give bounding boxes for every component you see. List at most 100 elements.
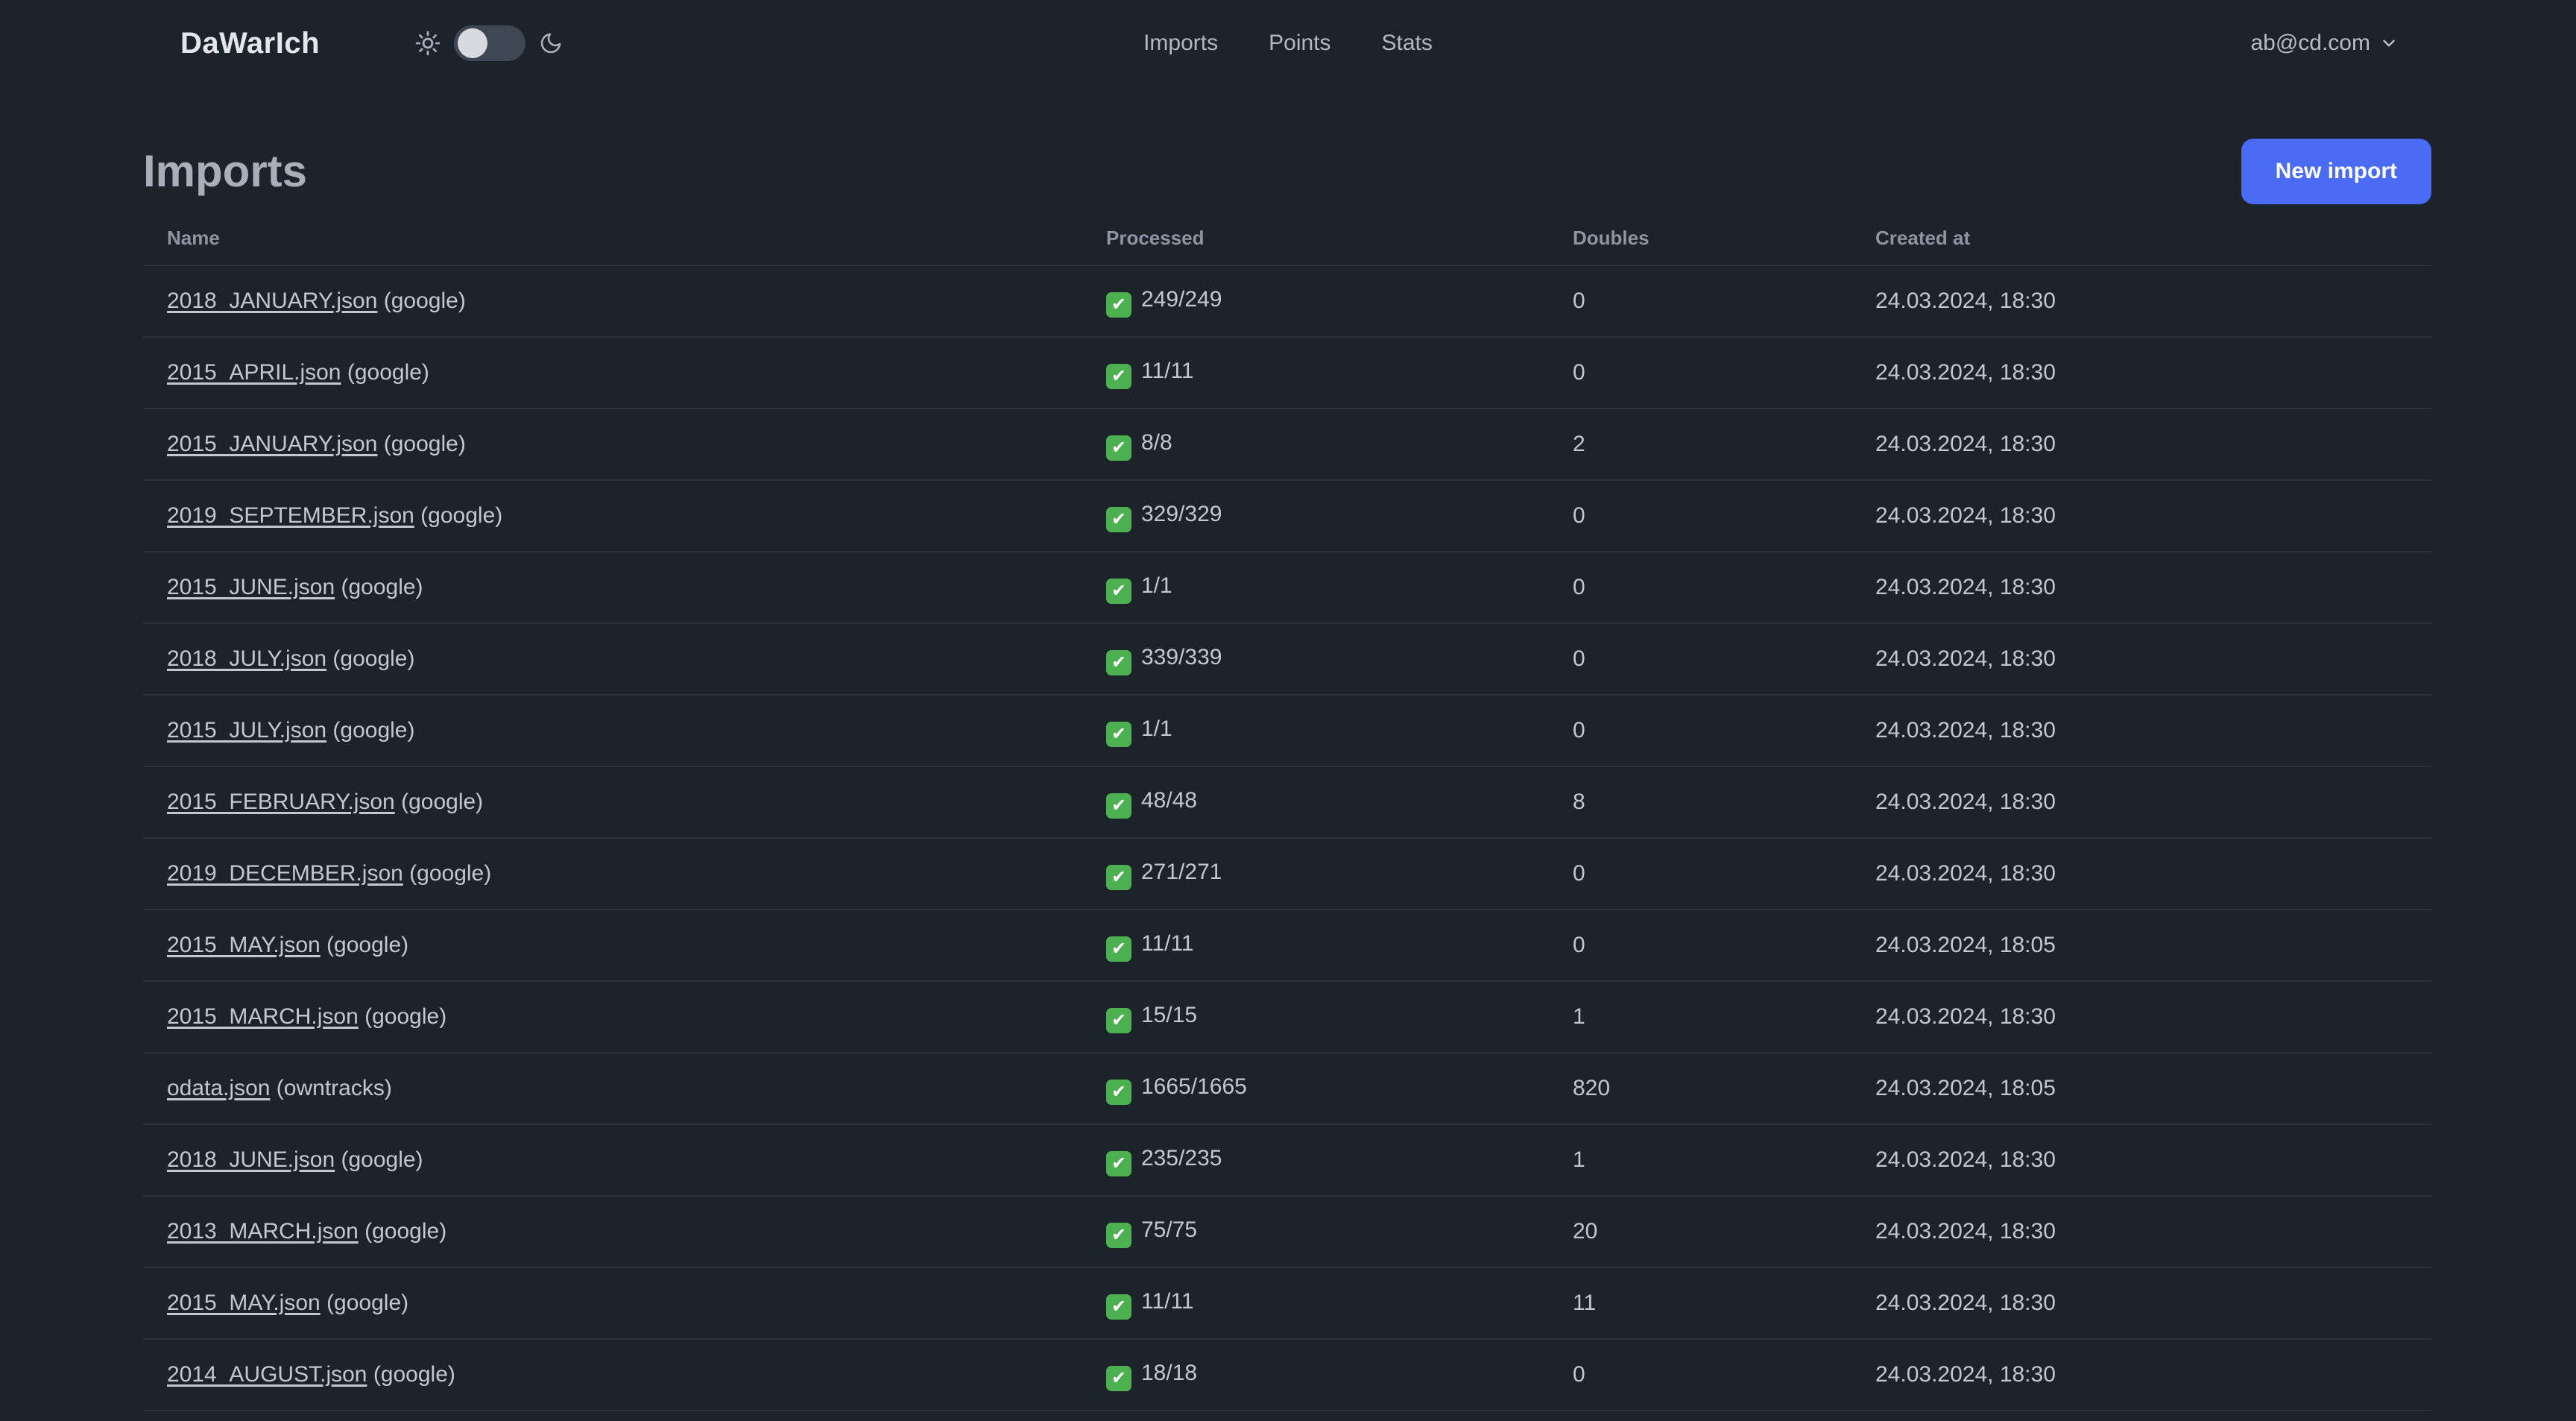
import-file-link[interactable]: odata.json bbox=[167, 1076, 270, 1100]
import-name-cell: 2019_DECEMBER.json (google) bbox=[143, 838, 1082, 910]
processed-cell: ✔ 18/18 bbox=[1082, 1339, 1549, 1411]
import-file-link[interactable]: 2018_JUNE.json bbox=[167, 1147, 335, 1172]
doubles-cell: 0 bbox=[1549, 480, 1852, 552]
import-file-link[interactable]: 2019_DECEMBER.json bbox=[167, 861, 403, 886]
processed-count: 249/249 bbox=[1141, 287, 1222, 312]
import-name-cell: odata.json (owntracks) bbox=[143, 1053, 1082, 1125]
import-name-cell: 2015_APRIL.json (google) bbox=[143, 337, 1082, 409]
table-row: 2015_JANUARY.json (google) ✔ 8/8 2 24.03.… bbox=[143, 409, 2431, 481]
processed-count: 11/11 bbox=[1141, 931, 1194, 956]
new-import-button[interactable]: New import bbox=[2241, 139, 2431, 204]
import-source-label: (google) bbox=[414, 503, 503, 528]
nav-link-points[interactable]: Points bbox=[1269, 31, 1330, 56]
theme-toggle-switch[interactable] bbox=[454, 25, 526, 61]
table-row: 2015_MAY.json (google) ✔ 11/11 11 24.03.2… bbox=[143, 1267, 2431, 1340]
created-at-cell: 24.03.2024, 18:30 bbox=[1852, 1267, 2431, 1340]
imports-table: Name Processed Doubles Created at 2018_J… bbox=[143, 216, 2431, 1421]
processed-cell: ✔ 1/1 bbox=[1082, 552, 1549, 624]
main-content: Imports New import Name Processed Double… bbox=[0, 86, 2576, 1421]
check-icon: ✔ bbox=[1106, 1366, 1131, 1391]
check-icon: ✔ bbox=[1106, 1151, 1131, 1176]
doubles-cell: 0 bbox=[1549, 337, 1852, 409]
processed-cell: ✔ 235/235 bbox=[1082, 1124, 1549, 1197]
import-source-label: (google) bbox=[358, 1219, 447, 1244]
import-name-cell: 2018_JANUARY.json (google) bbox=[143, 265, 1082, 338]
page-header: Imports New import bbox=[143, 139, 2431, 204]
import-source-label: (google) bbox=[377, 432, 466, 456]
nav-link-stats[interactable]: Stats bbox=[1382, 31, 1433, 56]
import-file-link[interactable]: 2014_AUGUST.json bbox=[167, 1362, 367, 1387]
import-file-link[interactable]: 2018_JANUARY.json bbox=[167, 289, 377, 313]
doubles-cell: 0 bbox=[1549, 838, 1852, 910]
created-at-cell: 24.03.2024, 18:30 bbox=[1852, 1411, 2431, 1421]
toggle-knob bbox=[458, 28, 488, 58]
doubles-cell: 820 bbox=[1549, 1053, 1852, 1125]
doubles-cell: 0 bbox=[1549, 265, 1852, 338]
import-file-link[interactable]: 2015_MAY.json bbox=[167, 1291, 321, 1315]
check-icon: ✔ bbox=[1106, 364, 1131, 389]
created-at-cell: 24.03.2024, 18:30 bbox=[1852, 695, 2431, 767]
import-file-link[interactable]: 2015_JULY.json bbox=[167, 718, 326, 743]
import-source-label: (google) bbox=[320, 1291, 409, 1315]
doubles-cell: 20 bbox=[1549, 1196, 1852, 1268]
app-logo[interactable]: DaWarIch bbox=[180, 27, 320, 60]
import-source-label: (google) bbox=[320, 933, 409, 957]
table-row: odata.json (owntracks) ✔ 1665/1665 820 24… bbox=[143, 1053, 2431, 1125]
import-source-label: (google) bbox=[326, 718, 415, 743]
import-source-label: (google) bbox=[367, 1362, 455, 1387]
import-file-link[interactable]: 2015_APRIL.json bbox=[167, 360, 341, 385]
processed-cell: ✔ 15/15 bbox=[1082, 981, 1549, 1053]
doubles-cell: 1 bbox=[1549, 981, 1852, 1053]
chevron-down-icon bbox=[2379, 34, 2399, 53]
import-name-cell: 2014_AUGUST.json (google) bbox=[143, 1339, 1082, 1411]
check-icon: ✔ bbox=[1106, 1294, 1131, 1320]
import-file-link[interactable]: 2015_FEBRUARY.json bbox=[167, 790, 395, 814]
created-at-cell: 24.03.2024, 18:30 bbox=[1852, 981, 2431, 1053]
check-icon: ✔ bbox=[1106, 292, 1131, 318]
import-name-cell: 2013_JUNE.json (google) bbox=[143, 1411, 1082, 1421]
processed-count: 8/8 bbox=[1141, 430, 1172, 455]
created-at-cell: 24.03.2024, 18:30 bbox=[1852, 838, 2431, 910]
column-header-doubles: Doubles bbox=[1549, 216, 1852, 266]
doubles-cell: 0 bbox=[1549, 695, 1852, 767]
column-header-processed: Processed bbox=[1082, 216, 1549, 266]
created-at-cell: 24.03.2024, 18:30 bbox=[1852, 480, 2431, 552]
import-name-cell: 2015_JUNE.json (google) bbox=[143, 552, 1082, 624]
user-menu[interactable]: ab@cd.com bbox=[2250, 31, 2399, 56]
check-icon: ✔ bbox=[1106, 579, 1131, 604]
created-at-cell: 24.03.2024, 18:30 bbox=[1852, 1196, 2431, 1268]
import-name-cell: 2018_JULY.json (google) bbox=[143, 623, 1082, 696]
processed-count: 1/1 bbox=[1141, 573, 1172, 598]
import-file-link[interactable]: 2015_JUNE.json bbox=[167, 575, 335, 599]
import-file-link[interactable]: 2018_JULY.json bbox=[167, 646, 326, 671]
sun-icon bbox=[415, 31, 441, 56]
processed-count: 339/339 bbox=[1141, 645, 1222, 669]
created-at-cell: 24.03.2024, 18:30 bbox=[1852, 766, 2431, 839]
imports-table-body: 2018_JANUARY.json (google) ✔ 249/249 0 24… bbox=[143, 265, 2431, 1421]
column-header-name: Name bbox=[143, 216, 1082, 266]
created-at-cell: 24.03.2024, 18:30 bbox=[1852, 552, 2431, 624]
import-file-link[interactable]: 2015_MARCH.json bbox=[167, 1004, 359, 1029]
processed-cell: ✔ 249/249 bbox=[1082, 265, 1549, 338]
processed-count: 11/11 bbox=[1141, 359, 1194, 383]
check-icon: ✔ bbox=[1106, 1223, 1131, 1248]
check-icon: ✔ bbox=[1106, 793, 1131, 819]
doubles-cell: 0 bbox=[1549, 552, 1852, 624]
user-email: ab@cd.com bbox=[2250, 31, 2370, 55]
nav-link-imports[interactable]: Imports bbox=[1143, 31, 1218, 56]
processed-count: 48/48 bbox=[1141, 788, 1198, 813]
processed-count: 11/11 bbox=[1141, 1289, 1194, 1314]
created-at-cell: 24.03.2024, 18:30 bbox=[1852, 265, 2431, 338]
created-at-cell: 24.03.2024, 18:30 bbox=[1852, 1339, 2431, 1411]
import-file-link[interactable]: 2015_JANUARY.json bbox=[167, 432, 377, 456]
import-file-link[interactable]: 2013_MARCH.json bbox=[167, 1219, 359, 1244]
import-source-label: (google) bbox=[326, 646, 415, 671]
import-file-link[interactable]: 2019_SEPTEMBER.json bbox=[167, 503, 414, 528]
processed-cell: ✔ 329/329 bbox=[1082, 480, 1549, 552]
import-source-label: (google) bbox=[402, 861, 492, 886]
table-row: 2013_MARCH.json (google) ✔ 75/75 20 24.03… bbox=[143, 1196, 2431, 1268]
table-row: 2018_JULY.json (google) ✔ 339/339 0 24.03… bbox=[143, 623, 2431, 696]
table-row: 2015_JUNE.json (google) ✔ 1/1 0 24.03.202… bbox=[143, 552, 2431, 624]
check-icon: ✔ bbox=[1106, 507, 1131, 532]
import-file-link[interactable]: 2015_MAY.json bbox=[167, 933, 321, 957]
